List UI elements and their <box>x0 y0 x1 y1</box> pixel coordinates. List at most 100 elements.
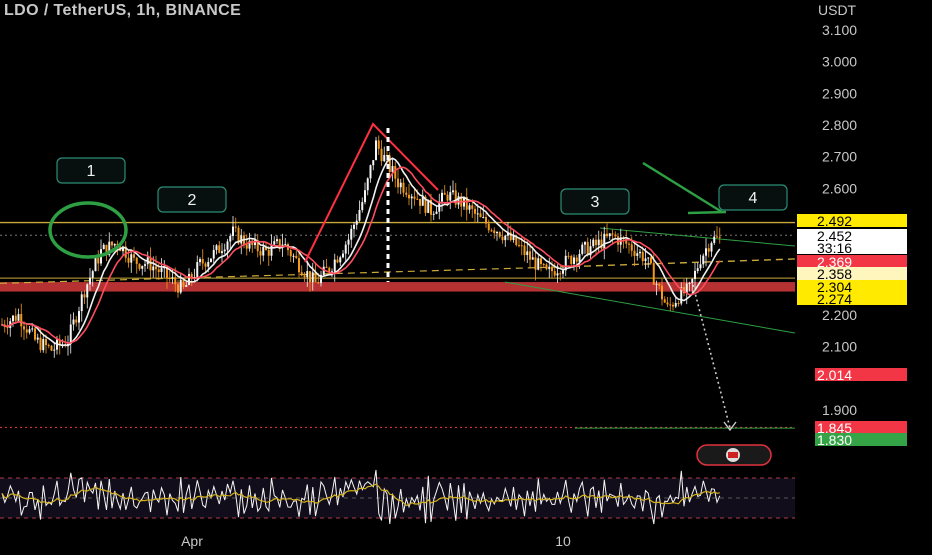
candle-body <box>548 266 551 270</box>
candle-body <box>592 239 595 247</box>
wave-label: 1 <box>87 163 96 180</box>
candle-body <box>47 345 50 347</box>
candle-body <box>234 226 237 228</box>
chart-canvas: 1234 3.1003.0002.9002.8002.7002.6002.500… <box>0 22 907 549</box>
candle-body <box>639 251 641 254</box>
candle-body <box>111 241 113 246</box>
candle-body <box>39 337 42 351</box>
candle-body <box>53 349 56 351</box>
candle-body <box>608 233 611 237</box>
price-tick: 2.100 <box>822 339 857 355</box>
candle-body <box>614 234 617 237</box>
candle-body <box>498 232 501 237</box>
candle-body <box>540 258 542 265</box>
candle-body <box>78 311 80 323</box>
candle-body <box>144 264 146 266</box>
candle-body <box>611 233 614 235</box>
candle-body <box>262 246 265 256</box>
price-label: 2.274 <box>817 291 852 307</box>
candle-body <box>45 339 47 346</box>
candle-body <box>630 244 633 251</box>
candle-body <box>23 326 25 330</box>
green-arrow-tail <box>687 210 727 215</box>
candle-body <box>672 304 674 307</box>
candle-body <box>655 283 658 285</box>
candle-body <box>710 242 713 252</box>
candle-body <box>336 259 339 263</box>
candle-body <box>328 267 331 272</box>
time-tick: 10 <box>555 533 571 549</box>
candle-body <box>674 303 677 307</box>
candle-body <box>452 190 454 193</box>
candle-body <box>575 257 578 262</box>
candle-body <box>361 202 364 211</box>
candle-body <box>102 244 105 250</box>
candle-body <box>427 199 430 213</box>
candle-body <box>135 257 138 264</box>
candle-body <box>661 285 663 300</box>
candle-body <box>133 254 135 258</box>
candle-body <box>705 248 707 256</box>
candle-body <box>333 259 336 272</box>
candle-body <box>518 245 520 247</box>
candle-body <box>229 235 232 242</box>
candle-body <box>391 166 394 173</box>
candle-body <box>339 257 342 263</box>
candle-body <box>295 255 298 259</box>
highlight-circle <box>48 201 128 259</box>
candle-body <box>586 242 589 256</box>
candle-body <box>160 268 163 273</box>
candle-body <box>562 270 564 274</box>
candle-body <box>289 250 292 257</box>
candle-body <box>559 273 562 275</box>
candle-body <box>355 220 358 225</box>
annotations-layer: 1 2 3 4 <box>48 122 788 466</box>
candle-body <box>174 277 177 285</box>
candle-body <box>545 264 548 270</box>
candle-body <box>72 319 75 325</box>
candle-body <box>270 244 273 256</box>
candle-body <box>551 266 553 272</box>
candle-body <box>226 241 229 250</box>
candle-body <box>432 213 435 215</box>
candle-body <box>358 210 361 221</box>
price-tick: 2.800 <box>822 117 857 133</box>
candle-body <box>259 251 262 256</box>
candle-body <box>199 259 201 263</box>
candle-body <box>141 265 144 269</box>
candle-body <box>317 282 320 284</box>
candle-body <box>419 198 421 206</box>
candle-body <box>91 271 94 278</box>
candle-body <box>36 337 39 340</box>
candle-body <box>699 264 702 269</box>
candle-body <box>31 328 34 330</box>
candle-body <box>94 258 97 272</box>
wave-label: 4 <box>749 190 758 207</box>
candle-body <box>595 239 597 246</box>
candle-body <box>366 178 369 191</box>
price-tick: 2.700 <box>822 149 857 165</box>
candle-body <box>493 230 496 234</box>
price-tick: 1.900 <box>822 402 857 418</box>
candle-body <box>628 243 630 245</box>
dashed-level-left <box>0 266 561 284</box>
candle-body <box>446 194 449 201</box>
candle-body <box>86 284 89 298</box>
price-tick: 2.200 <box>822 307 857 323</box>
candle-body <box>309 271 311 283</box>
candle-body <box>694 270 696 279</box>
candle-body <box>42 339 45 351</box>
candle-body <box>182 279 185 287</box>
candle-body <box>652 263 655 285</box>
candle-body <box>28 329 31 333</box>
chart: LDO / TetherUS, 1h, BINANCE USDT 1 2 3 4 3.… <box>0 0 932 550</box>
candle-body <box>89 277 91 285</box>
candle-body <box>130 254 133 263</box>
candle-body <box>408 194 410 199</box>
candle-body <box>556 273 559 276</box>
candle-body <box>696 268 699 271</box>
candle-body <box>342 253 344 258</box>
candle-body <box>603 233 606 249</box>
candle-body <box>284 244 287 246</box>
candle-body <box>245 244 248 249</box>
